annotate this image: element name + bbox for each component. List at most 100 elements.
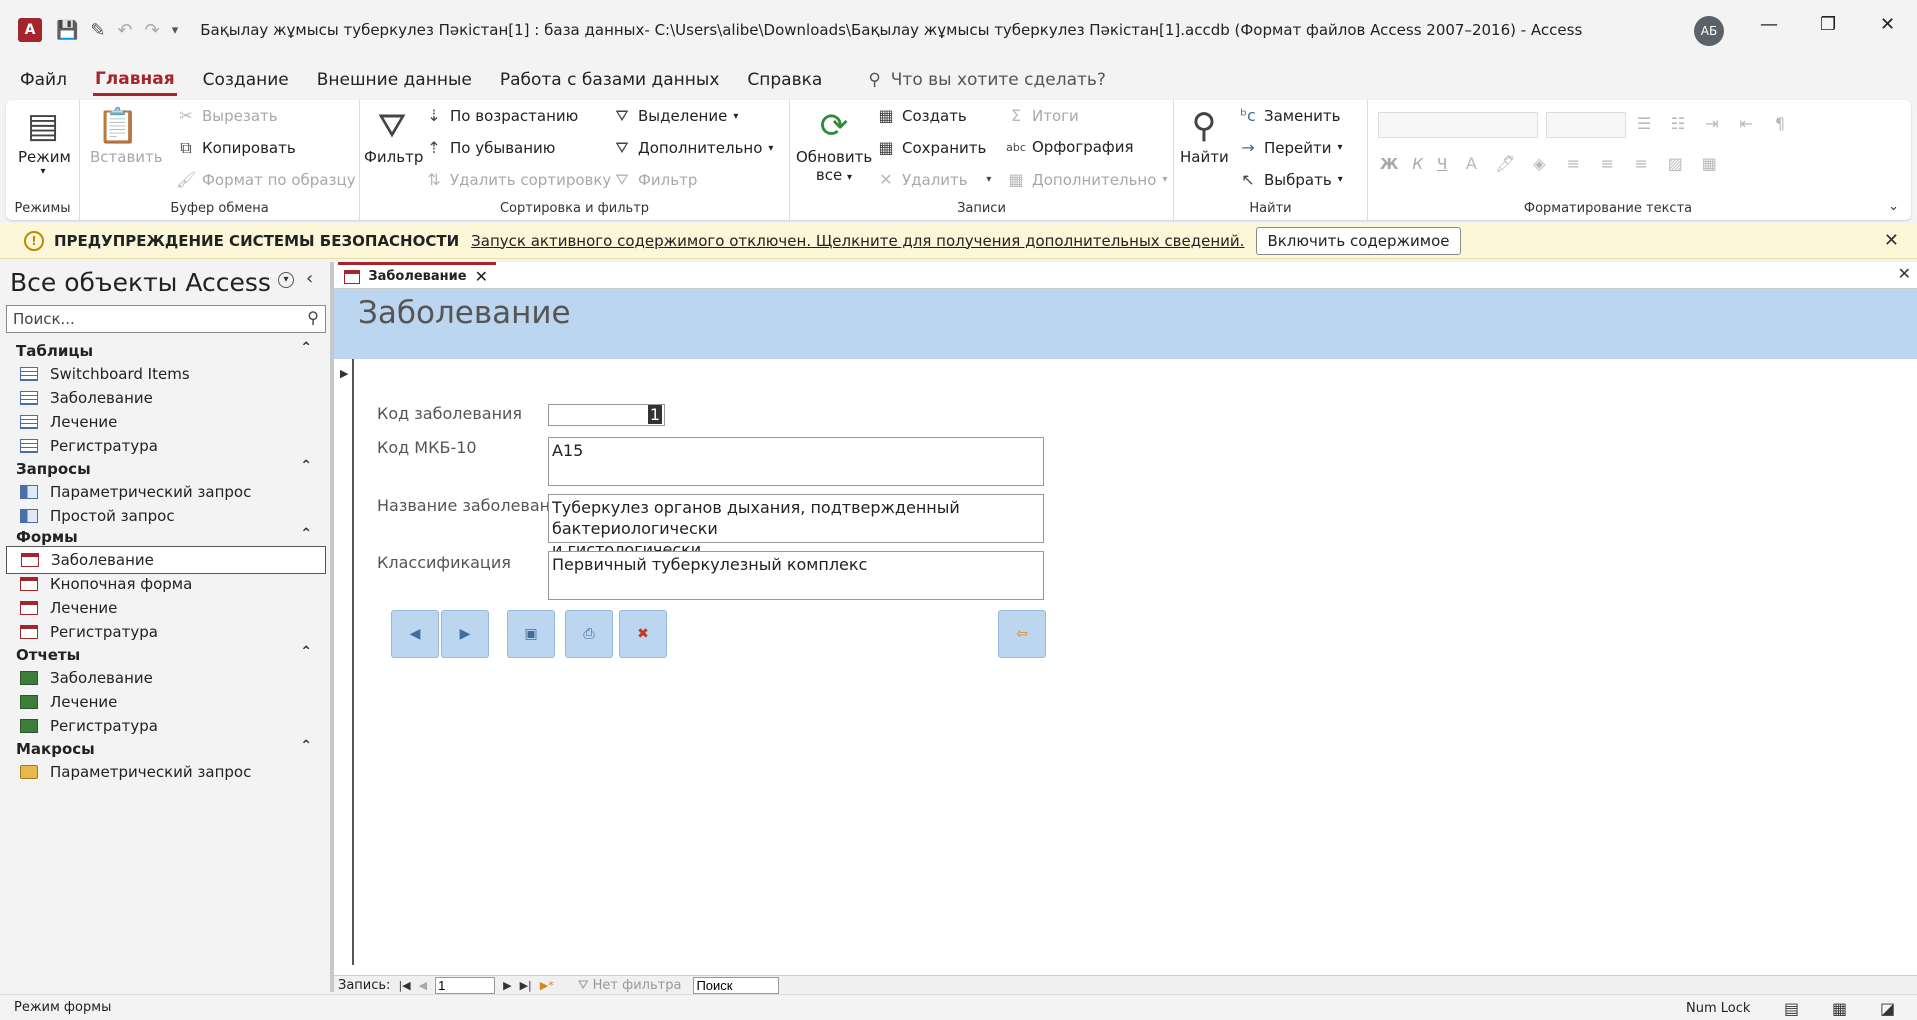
refresh-all-button[interactable]: ⟳ Обновить все ▾ xyxy=(796,104,872,184)
paste-button[interactable]: 📋 Вставить xyxy=(90,104,163,166)
nav-item-query[interactable]: Простой запрос xyxy=(6,502,326,530)
next-record-icon[interactable]: ▶ xyxy=(503,979,511,992)
undo-icon[interactable]: ↶ xyxy=(118,20,133,41)
classification-field[interactable]: Первичный туберкулезный комплекс xyxy=(548,551,1044,600)
save-record-button[interactable]: ▦ Сохранить xyxy=(876,138,986,157)
next-record-button[interactable]: ▶ xyxy=(441,610,489,658)
minimize-icon[interactable]: — xyxy=(1760,14,1778,35)
first-record-icon[interactable]: |◀ xyxy=(398,979,410,992)
disease-id-label: Код заболевания xyxy=(377,404,523,423)
tab-file[interactable]: Файл xyxy=(18,66,69,94)
view-button[interactable]: ▤ Режим ▾ xyxy=(18,104,71,177)
align-center-icon[interactable]: ≡ xyxy=(1597,154,1617,173)
align-left-icon[interactable]: ≡ xyxy=(1563,154,1583,173)
delete-record-button[interactable]: ✕ Удалить ▾ xyxy=(876,170,991,189)
nav-item-form[interactable]: Регистратура xyxy=(6,618,326,646)
record-selector[interactable]: ▶ xyxy=(334,359,354,965)
underline-button[interactable]: Ч xyxy=(1437,155,1447,173)
new-record-button[interactable]: ▦ Создать xyxy=(876,106,966,125)
exit-icon: ⇦ xyxy=(1016,626,1028,642)
replace-button[interactable]: ᵇc Заменить xyxy=(1238,106,1340,125)
delete-record-form-button[interactable]: ✖ xyxy=(619,610,667,658)
spelling-button[interactable]: abc Орфография xyxy=(1006,138,1133,156)
layout-view-icon[interactable]: ▦ xyxy=(1832,999,1847,1018)
nav-pane-title[interactable]: Все объекты Access xyxy=(10,268,271,297)
enable-content-button[interactable]: Включить содержимое xyxy=(1256,226,1461,255)
tab-database-tools[interactable]: Работа с базами данных xyxy=(498,66,722,94)
filter-status[interactable]: ⛛ Нет фильтра xyxy=(578,978,682,993)
disease-id-field[interactable]: 1 xyxy=(548,404,665,426)
tab-home[interactable]: Главная xyxy=(92,65,177,96)
font-color-icon[interactable]: A xyxy=(1461,154,1481,173)
close-form-button[interactable]: ⇦ xyxy=(998,610,1046,658)
print-record-button[interactable]: ⎙ xyxy=(565,610,613,658)
remove-sort-button[interactable]: ⇅ Удалить сортировку xyxy=(424,170,611,189)
goto-button[interactable]: → Перейти ▾ xyxy=(1238,138,1342,157)
nav-menu-icon[interactable]: ▾ xyxy=(278,272,294,288)
icd-code-field[interactable]: A15 xyxy=(548,437,1044,486)
collapse-ribbon-icon[interactable]: ⌄ xyxy=(1888,199,1899,214)
find-button[interactable]: ⚲ Найти xyxy=(1180,104,1229,166)
previous-record-button[interactable]: ◀ xyxy=(391,610,439,658)
form-view-icon[interactable]: ▤ xyxy=(1784,999,1799,1018)
numbering-icon[interactable]: ☷ xyxy=(1668,114,1688,133)
document-tab[interactable]: Заболевание ✕ xyxy=(338,262,496,288)
close-document-icon[interactable]: ✕ xyxy=(1898,264,1911,283)
close-icon[interactable]: ✕ xyxy=(1884,230,1899,251)
align-right-icon[interactable]: ≡ xyxy=(1631,154,1651,173)
tab-external-data[interactable]: Внешние данные xyxy=(315,66,474,94)
copy-button[interactable]: ⧉ Копировать xyxy=(176,138,295,158)
customize-toolbar-icon[interactable]: ▾ xyxy=(172,23,179,38)
status-mode: Режим формы xyxy=(14,1000,112,1015)
security-message-link[interactable]: Запуск активного содержимого отключен. Щ… xyxy=(471,232,1244,250)
tab-create[interactable]: Создание xyxy=(201,66,291,94)
save-icon[interactable]: 💾 xyxy=(56,20,78,41)
sort-ascending-button[interactable]: ⇣ По возрастанию xyxy=(424,106,578,125)
design-view-icon[interactable]: ◪ xyxy=(1880,999,1895,1018)
tab-help[interactable]: Справка xyxy=(745,66,824,94)
nav-item-report[interactable]: Регистратура xyxy=(6,712,326,740)
italic-button[interactable]: К xyxy=(1412,155,1423,173)
gridlines-icon[interactable]: ▦ xyxy=(1699,154,1719,173)
redo-icon[interactable]: ↷ xyxy=(145,20,160,41)
prev-record-icon[interactable]: ◀ xyxy=(419,979,427,992)
collapse-nav-icon[interactable]: ‹ xyxy=(306,268,313,289)
select-button[interactable]: ↖ Выбрать ▾ xyxy=(1238,170,1342,189)
tell-me-box[interactable]: ⚲ Что вы хотите сделать? xyxy=(868,70,1106,90)
totals-button[interactable]: Σ Итоги xyxy=(1006,106,1079,125)
search-icon[interactable]: ⚲ xyxy=(307,308,319,327)
highlight-icon[interactable]: 🖊 xyxy=(1495,154,1515,173)
advanced-filter-button[interactable]: ⛛ Дополнительно ▾ xyxy=(612,138,773,158)
more-records-button[interactable]: ▦ Дополнительно ▾ xyxy=(1006,170,1167,189)
font-size-select[interactable] xyxy=(1546,112,1626,138)
fill-color-icon[interactable]: ◈ xyxy=(1529,154,1549,173)
record-search-input[interactable] xyxy=(693,976,780,994)
group-sort-filter: ⛛ Фильтр ⇣ По возрастанию ⇡ По убыванию ⇅ У… xyxy=(360,100,790,220)
bold-button[interactable]: Ж xyxy=(1380,155,1398,173)
close-tab-icon[interactable]: ✕ xyxy=(475,267,488,286)
paragraph-icon[interactable]: ¶ xyxy=(1770,114,1790,133)
current-record-input[interactable] xyxy=(435,976,496,994)
nav-item-table[interactable]: Регистратура xyxy=(6,432,326,460)
cut-button[interactable]: ✂ Вырезать xyxy=(176,106,277,125)
selection-button[interactable]: ⛛ Выделение ▾ xyxy=(612,106,738,126)
background-icon[interactable]: ▨ xyxy=(1665,154,1685,173)
format-painter-button[interactable]: 🖌 Формат по образцу xyxy=(176,170,356,189)
filter-button[interactable]: ⛛ Фильтр xyxy=(364,104,423,166)
indent-icon[interactable]: ⇥ xyxy=(1702,114,1722,133)
user-avatar[interactable]: АБ xyxy=(1694,16,1724,46)
outdent-icon[interactable]: ⇤ xyxy=(1736,114,1756,133)
nav-item-macro[interactable]: Параметрический запрос xyxy=(6,758,326,786)
nav-search-input[interactable]: Поиск... ⚲ xyxy=(6,305,326,333)
restore-icon[interactable]: ❐ xyxy=(1820,14,1836,35)
bullets-icon[interactable]: ☰ xyxy=(1634,114,1654,133)
disease-name-field[interactable]: Туберкулез органов дыхания, подтвержденн… xyxy=(548,494,1044,559)
edit-form-icon[interactable]: ✎ xyxy=(90,20,105,41)
save-record-form-button[interactable]: ▣ xyxy=(507,610,555,658)
last-record-icon[interactable]: ▶| xyxy=(520,979,532,992)
close-window-icon[interactable]: ✕ xyxy=(1880,14,1895,35)
sort-descending-button[interactable]: ⇡ По убыванию xyxy=(424,138,555,157)
new-record-icon[interactable]: ▶* xyxy=(540,979,554,992)
font-name-select[interactable] xyxy=(1378,112,1538,138)
toggle-filter-button[interactable]: ⛛ Фильтр xyxy=(612,170,697,190)
